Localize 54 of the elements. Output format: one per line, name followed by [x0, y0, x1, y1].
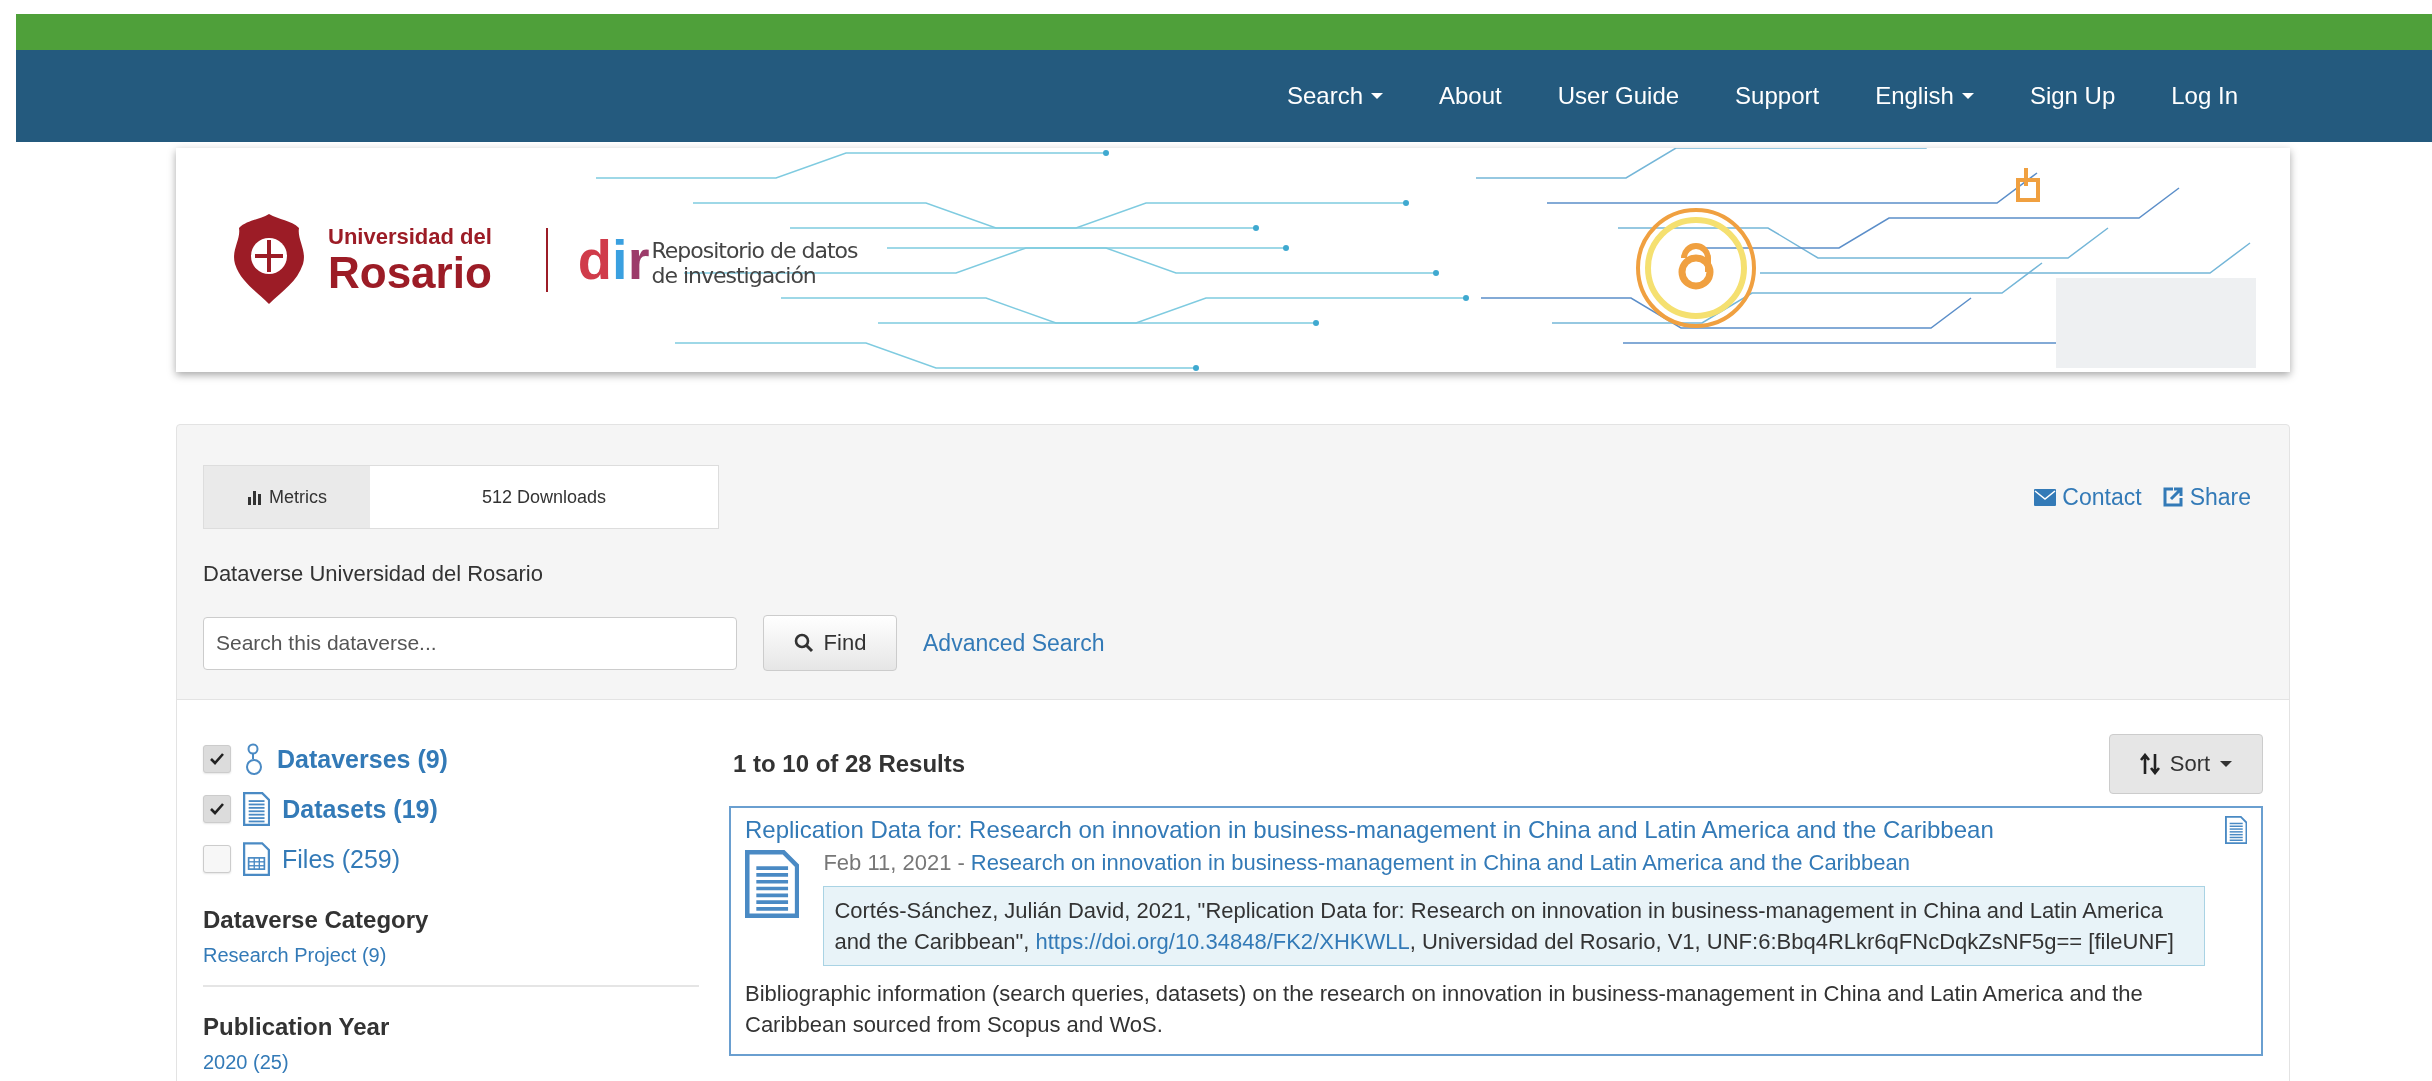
share-icon	[2161, 486, 2184, 508]
share-link[interactable]: Share	[2161, 483, 2251, 511]
citation: Cortés-Sánchez, Julián David, 2021, "Replication Data for: Research on innovation in business-management in China and Latin America and the Caribbean", https://doi.org/10.34848/FK2/XHKWLL, Universidad del Rosario, V1, UNF:6:Bbq4RLkr6qFNcDqkZsNF5g== [fileUNF]	[823, 886, 2206, 966]
repository-name: de investigación	[651, 263, 817, 288]
document-icon	[2224, 816, 2247, 844]
table-file-icon	[243, 842, 270, 876]
facet-link[interactable]: Files (259)	[282, 844, 401, 874]
check-icon	[209, 752, 225, 766]
document-icon	[243, 792, 271, 826]
parent-dataverse-link[interactable]: Research on innovation in business-management in China and Latin America and the Caribbean	[970, 850, 1910, 876]
university-name: Rosario	[328, 250, 492, 296]
facet-link[interactable]: Dataverses (9)	[277, 744, 448, 774]
search-icon	[793, 633, 814, 653]
caret-icon	[1371, 93, 1383, 99]
result-description: Bibliographic information (search queries, datasets) on the research on innovation in business-management in China and Latin America and the Caribbean sourced from Scopus and WoS.	[745, 980, 2144, 1039]
caret-icon	[1961, 93, 1974, 99]
checkbox[interactable]	[203, 795, 231, 823]
results-count: 1 to 10 of 28 Results	[733, 750, 966, 778]
facet-title: Dataverse Category	[203, 906, 430, 934]
facet-title: Publication Year	[203, 1013, 391, 1041]
nav-link[interactable]: Support	[1709, 82, 1846, 110]
find-button[interactable]: Find	[763, 615, 897, 671]
result-date: Feb 11, 2021	[823, 850, 952, 876]
envelope-icon	[2034, 488, 2057, 506]
bar-chart-icon	[247, 489, 263, 505]
university-name: Universidad del	[328, 224, 492, 250]
facet-link[interactable]: Research Project (9)	[203, 944, 699, 967]
facet-link[interactable]: Datasets (19)	[282, 794, 438, 824]
advanced-search-link[interactable]: Advanced Search	[923, 629, 1105, 657]
sort-icon	[2139, 753, 2160, 775]
document-icon	[745, 850, 800, 918]
nav-link[interactable]: Log In	[2145, 82, 2264, 110]
caret-icon	[2220, 761, 2233, 767]
separator: -	[957, 850, 965, 876]
metrics-text: Metrics	[269, 486, 327, 508]
repository-name: Repositorio de datos	[651, 238, 858, 263]
sort-button[interactable]: Sort	[2109, 734, 2263, 794]
nav-link[interactable]: User Guide	[1531, 82, 1706, 110]
result-title-link[interactable]: Replication Data for: Research on innovation in business-management in China and Latin America and the Caribbean	[745, 816, 1994, 844]
checkbox[interactable]	[203, 845, 231, 873]
downloads-count: 512 Downloads	[370, 466, 718, 528]
nav-link[interactable]: About	[1413, 82, 1528, 110]
dataverse-name: Dataverse Universidad del Rosario	[203, 561, 544, 587]
nav-link[interactable]: Search	[1260, 82, 1409, 110]
dataverse-icon	[243, 743, 265, 775]
check-icon	[209, 802, 225, 816]
facet-link[interactable]: 2020 (25)	[203, 1051, 699, 1074]
doi-link[interactable]: https://doi.org/10.34848/FK2/XHKWLL	[1035, 929, 1410, 954]
nav-link[interactable]: Sign Up	[2003, 82, 2142, 110]
checkbox[interactable]	[203, 745, 231, 773]
search-field[interactable]: Search this dataverse...	[203, 616, 737, 670]
repository-logo: dir	[577, 232, 650, 288]
nav-link[interactable]: English	[1849, 82, 2000, 110]
contact-link[interactable]: Contact	[2034, 483, 2142, 511]
